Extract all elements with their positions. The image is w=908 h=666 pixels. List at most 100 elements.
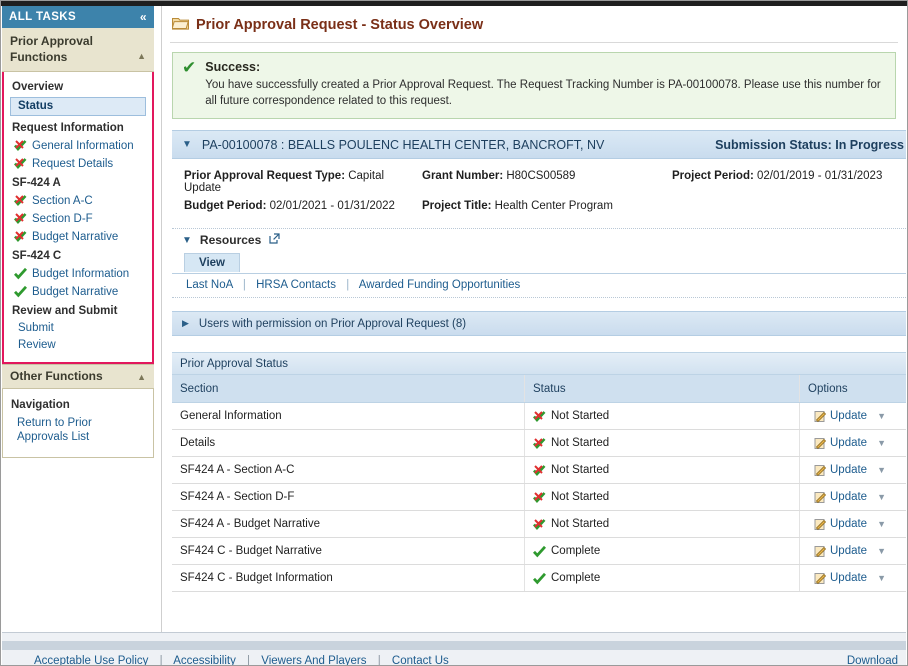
resources-title: Resources xyxy=(199,233,262,247)
sidebar-item-label: Review xyxy=(18,339,56,351)
footer-band xyxy=(2,641,906,650)
sidebar-item-general-information[interactable]: General Information xyxy=(4,137,152,155)
footer-right-link[interactable]: Download xyxy=(847,655,898,665)
table-row: SF424 A - Section D-F Not Started Update… xyxy=(172,483,906,511)
double-chevron-left-icon[interactable]: « xyxy=(140,11,147,23)
request-title: PA-00100078 : BEALLS POULENC HEALTH CENT… xyxy=(201,137,605,152)
status-text: Not Started xyxy=(551,491,610,503)
cell-section: SF424 A - Section A-C xyxy=(172,456,525,484)
all-tasks-title: ALL TASKS xyxy=(9,11,77,23)
sidebar-item-label: Request Details xyxy=(32,157,114,170)
cell-status: Not Started xyxy=(524,429,800,457)
sidebar-item-section-a-c[interactable]: Section A-C xyxy=(4,192,152,210)
green-check-icon: ✔ xyxy=(182,58,197,77)
caret-down-icon[interactable]: ▼ xyxy=(877,411,886,421)
footer-link-accessibility[interactable]: Accessibility xyxy=(173,655,236,665)
footer-link-contact-us[interactable]: Contact Us xyxy=(392,655,449,665)
meta-value: H80CS00589 xyxy=(506,170,576,182)
footer-link-viewers-and-players[interactable]: Viewers And Players xyxy=(261,655,366,665)
caret-down-icon[interactable]: ▼ xyxy=(877,573,886,583)
update-link[interactable]: Update xyxy=(830,545,867,557)
cell-options: Update ▼ xyxy=(799,429,906,457)
title-divider xyxy=(170,42,898,43)
edit-note-icon xyxy=(814,572,827,585)
sidebar-item-submit[interactable]: Submit xyxy=(4,320,152,337)
triangle-down-icon[interactable]: ▼ xyxy=(182,139,192,150)
sidebar-item-status[interactable]: Status xyxy=(10,97,146,116)
column-header-section: Section xyxy=(172,374,525,403)
meta-request-type: Prior Approval Request Type: Capital Upd… xyxy=(172,170,422,194)
sidebar-item-budget-information[interactable]: Budget Information xyxy=(4,265,152,283)
sidebar-item-label: Submit xyxy=(18,322,54,334)
column-header-status: Status xyxy=(524,374,800,403)
other-functions-header[interactable]: Other Functions ▲ xyxy=(2,364,154,389)
external-link-icon[interactable] xyxy=(269,233,280,247)
triangle-up-icon[interactable]: ▲ xyxy=(137,372,146,382)
open-folder-icon xyxy=(171,15,189,34)
table-row: SF424 A - Section A-C Not Started Update… xyxy=(172,456,906,484)
sidebar-item-return-to-prior-approvals-list[interactable]: Return to Prior Approvals List xyxy=(3,414,153,447)
cell-status: Not Started xyxy=(524,510,800,538)
cell-section: General Information xyxy=(172,402,525,430)
link-separator: | xyxy=(242,279,246,291)
update-link[interactable]: Update xyxy=(830,437,867,449)
caret-down-icon[interactable]: ▼ xyxy=(877,438,886,448)
sidebar-group-request-information: Request Information xyxy=(12,122,124,134)
update-link[interactable]: Update xyxy=(830,518,867,530)
triangle-down-icon[interactable]: ▼ xyxy=(182,235,192,246)
edit-note-icon xyxy=(814,545,827,558)
sidebar-item-section-d-f[interactable]: Section D-F xyxy=(4,210,152,228)
check-x-icon xyxy=(14,194,27,207)
check-x-icon xyxy=(533,410,546,423)
users-permission-label: Users with permission on Prior Approval … xyxy=(198,317,467,330)
footer-separator: | xyxy=(247,655,251,666)
link-hrsa-contacts[interactable]: HRSA Contacts xyxy=(256,279,336,291)
sidebar-item-request-details[interactable]: Request Details xyxy=(4,155,152,173)
link-last-noa[interactable]: Last NoA xyxy=(186,279,233,291)
table-row: Details Not Started Update ▼ xyxy=(172,429,906,457)
edit-note-icon xyxy=(814,437,827,450)
users-permission-bar[interactable]: ▶ Users with permission on Prior Approva… xyxy=(172,311,906,336)
functions-nav-panel: Overview Status Request Information Gene… xyxy=(2,72,154,364)
update-link[interactable]: Update xyxy=(830,491,867,503)
caret-down-icon[interactable]: ▼ xyxy=(877,546,886,556)
sidebar-item-review[interactable]: Review xyxy=(4,337,152,354)
meta-label: Project Title: xyxy=(422,200,492,212)
tab-view[interactable]: View xyxy=(184,253,240,272)
resources-header[interactable]: ▼ Resources xyxy=(172,228,906,252)
footer-link-acceptable-use-policy[interactable]: Acceptable Use Policy xyxy=(34,655,148,665)
edit-note-icon xyxy=(814,464,827,477)
status-text: Complete xyxy=(551,545,601,557)
functions-header-line1: Prior Approval xyxy=(10,34,93,48)
cell-options: Update ▼ xyxy=(799,483,906,511)
check-x-icon xyxy=(14,212,27,225)
status-text: Not Started xyxy=(551,437,610,449)
edit-note-icon xyxy=(814,410,827,423)
sidebar-group-sf424c: SF-424 C xyxy=(12,250,62,262)
sidebar-item-label: General Information xyxy=(32,139,134,152)
triangle-right-icon[interactable]: ▶ xyxy=(182,318,189,329)
sidebar-item-sf424c-budget-narrative[interactable]: Budget Narrative xyxy=(4,283,152,301)
sidebar-item-sf424a-budget-narrative[interactable]: Budget Narrative xyxy=(4,228,152,246)
all-tasks-header: ALL TASKS « xyxy=(2,6,154,28)
cell-section: SF424 A - Section D-F xyxy=(172,483,525,511)
table-row: SF424 C - Budget Information Complete Up… xyxy=(172,564,906,592)
caret-down-icon[interactable]: ▼ xyxy=(877,465,886,475)
table-row: General Information Not Started Update ▼ xyxy=(172,402,906,430)
triangle-up-icon[interactable]: ▲ xyxy=(137,48,146,64)
success-body: You have successfully created a Prior Ap… xyxy=(205,79,881,107)
edit-note-icon xyxy=(814,518,827,531)
check-x-icon xyxy=(533,491,546,504)
check-icon xyxy=(14,267,27,280)
cell-options: Update ▼ xyxy=(799,402,906,430)
check-x-icon xyxy=(533,464,546,477)
status-text: Not Started xyxy=(551,410,610,422)
update-link[interactable]: Update xyxy=(830,410,867,422)
update-link[interactable]: Update xyxy=(830,572,867,584)
prior-approval-functions-header[interactable]: Prior Approval Functions ▲ xyxy=(2,28,154,72)
caret-down-icon[interactable]: ▼ xyxy=(877,519,886,529)
link-awarded-funding-opportunities[interactable]: Awarded Funding Opportunities xyxy=(359,279,521,291)
request-summary-bar[interactable]: ▼ PA-00100078 : BEALLS POULENC HEALTH CE… xyxy=(172,130,906,159)
caret-down-icon[interactable]: ▼ xyxy=(877,492,886,502)
update-link[interactable]: Update xyxy=(830,464,867,476)
